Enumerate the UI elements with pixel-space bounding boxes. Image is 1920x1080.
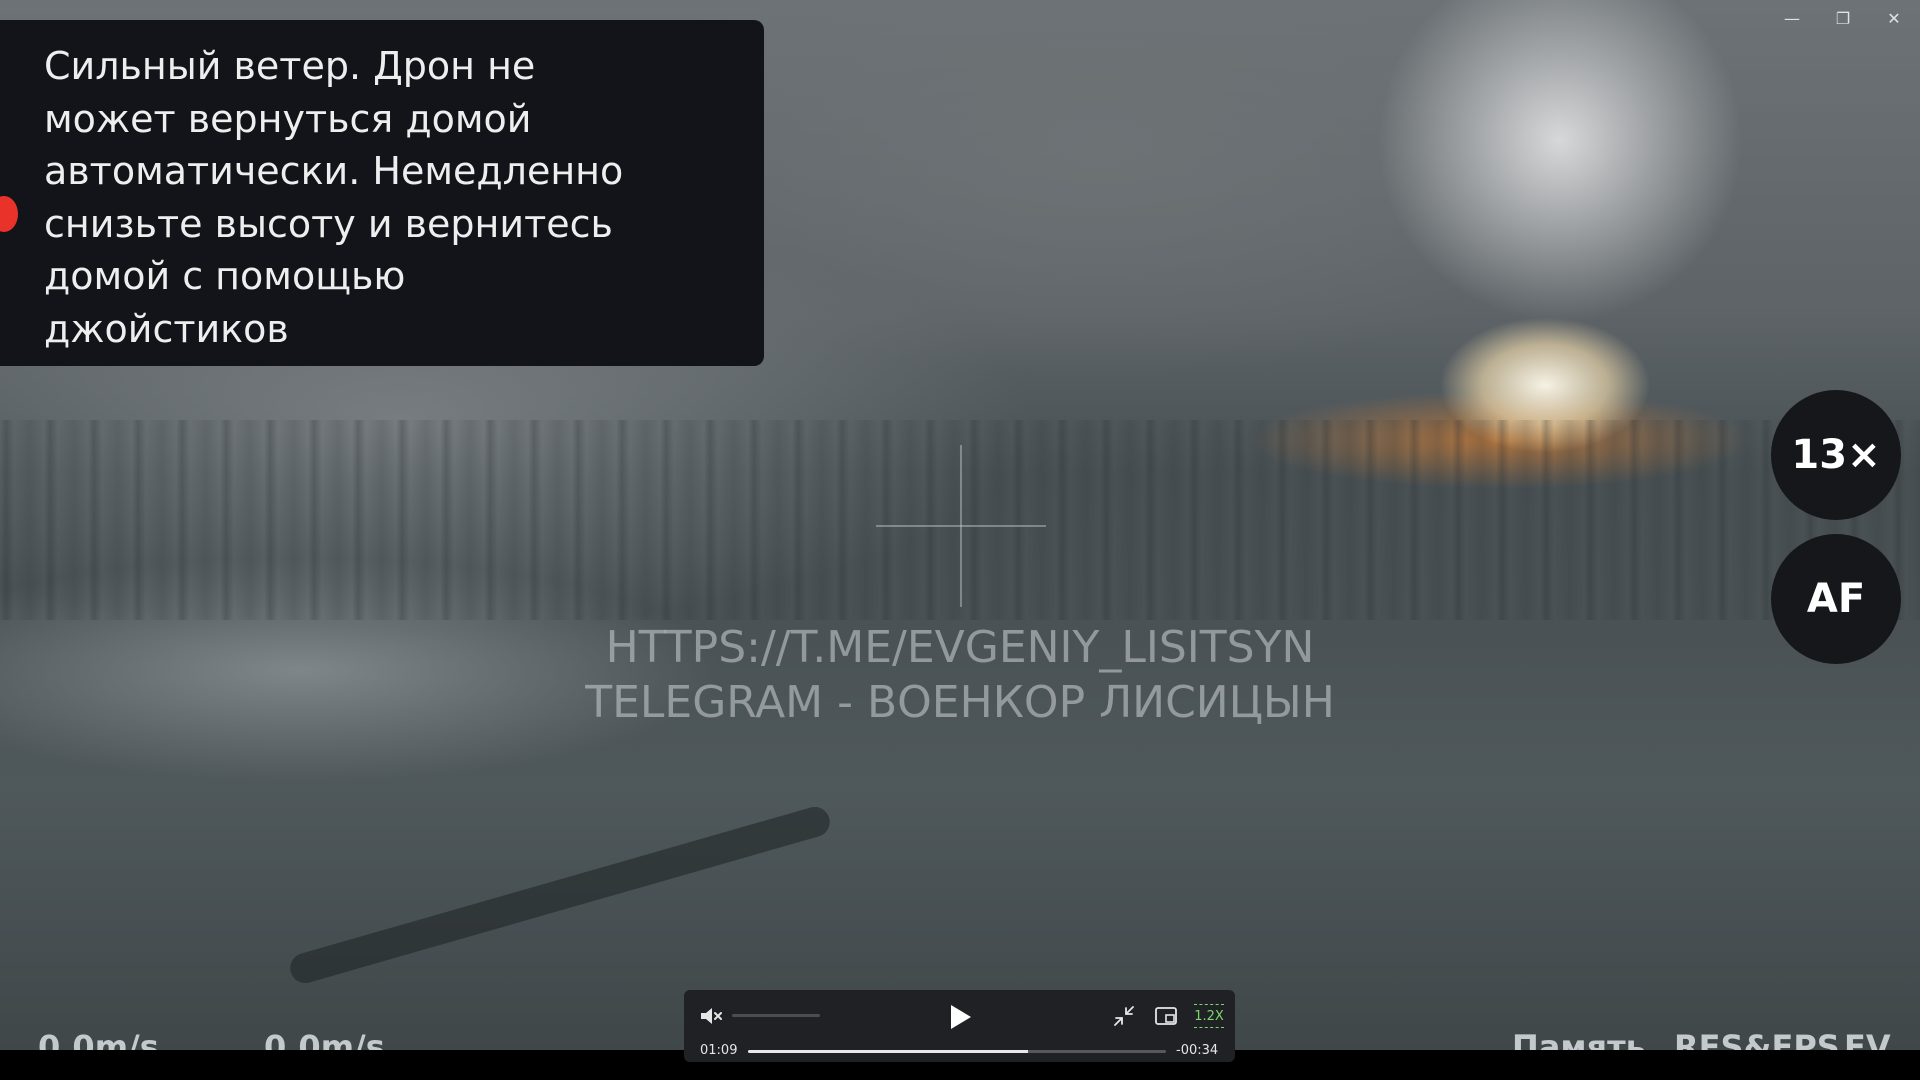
seek-bar[interactable] [748,1050,1166,1053]
warning-indicator-dot [0,196,18,232]
ground-track [286,803,834,987]
seek-bar-progress [748,1050,1029,1053]
zoom-button[interactable]: 13× [1771,390,1901,520]
res-fps-label: RES&FPS [1674,1028,1840,1050]
restore-icon[interactable]: ❐ [1828,8,1858,30]
playback-speed-button[interactable]: 1.2X [1194,1004,1224,1028]
close-icon[interactable]: ✕ [1879,8,1909,30]
mute-icon[interactable] [698,1004,724,1028]
remaining-time: -00:34 [1176,1043,1219,1058]
play-icon[interactable] [946,1002,974,1032]
watermark-url: HTTPS://T.ME/EVGENIY_LISITSYN [605,622,1315,673]
minimize-icon[interactable]: — [1777,8,1807,30]
vertical-speed: 0.0m/s [264,1028,385,1050]
video-frame: Сильный ветер. Дрон не может вернуться д… [0,0,1920,1050]
exit-fullscreen-icon[interactable] [1112,1004,1136,1028]
crosshair-horizontal [876,525,1046,527]
channel-watermark: HTTPS://T.ME/EVGENIY_LISITSYN TELEGRAM -… [480,620,1440,730]
watermark-channel: TELEGRAM - ВОЕНКОР ЛИСИЦЫН [585,677,1335,728]
horizontal-speed: 0.0m/s [38,1028,159,1050]
warning-text: Сильный ветер. Дрон не может вернуться д… [44,44,624,351]
current-time: 01:09 [700,1043,738,1058]
video-player-controls: 1.2X 01:09 -00:34 [684,990,1235,1062]
autofocus-button[interactable]: AF [1771,534,1901,664]
picture-in-picture-icon[interactable] [1154,1004,1178,1028]
ev-label: EV [1844,1028,1891,1050]
wind-warning-panel: Сильный ветер. Дрон не может вернуться д… [0,20,764,366]
volume-slider[interactable] [732,1014,820,1017]
memory-label: Память [1512,1028,1646,1050]
